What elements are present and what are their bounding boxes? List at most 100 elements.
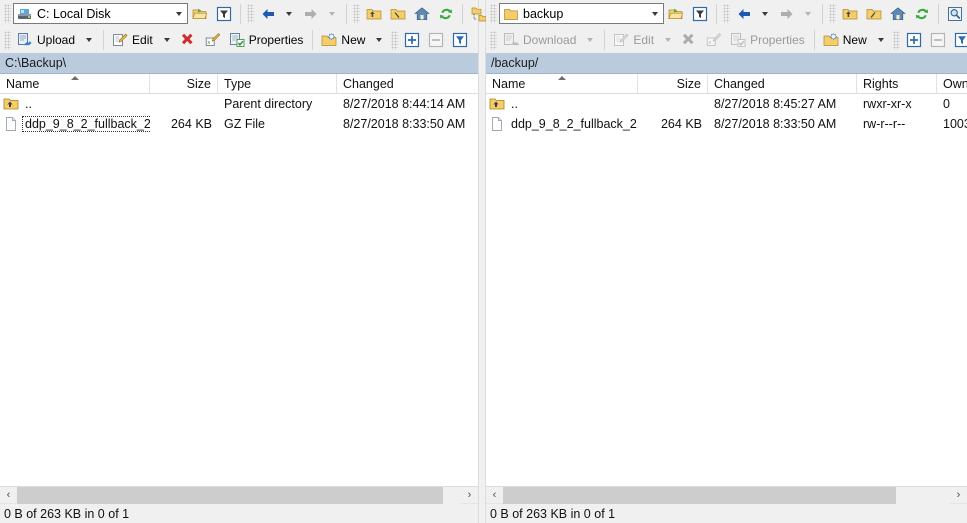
local-column-header: Name Size Type Changed: [0, 73, 478, 94]
column-header-changed[interactable]: Changed: [708, 73, 857, 94]
toolbar-grip[interactable]: [829, 4, 836, 23]
select-button[interactable]: [902, 28, 926, 53]
remote-path-bar[interactable]: /backup/: [486, 53, 967, 74]
file-name-cell[interactable]: ddp_9_8_2_fullback_2...: [486, 114, 638, 134]
select-button[interactable]: [400, 28, 424, 53]
column-header-rights[interactable]: Rights: [857, 73, 937, 94]
remote-file-list[interactable]: .. 8/27/2018 8:45:27 AM rwxr-xr-x 0 ddp_…: [486, 94, 967, 486]
column-header-type[interactable]: Type: [218, 73, 337, 94]
sort-ascending-icon: [70, 75, 79, 80]
local-hscrollbar[interactable]: ‹ ›: [0, 486, 478, 504]
column-header-size[interactable]: Size: [150, 73, 218, 94]
column-header-size[interactable]: Size: [638, 73, 708, 94]
column-header-name[interactable]: Name: [0, 73, 150, 94]
new-folder-icon: [823, 32, 839, 46]
new-dropdown[interactable]: [872, 28, 891, 53]
scroll-track[interactable]: [503, 486, 950, 504]
filter-files-button[interactable]: [688, 1, 712, 26]
column-header-type-label: Type: [224, 76, 252, 91]
edit-button[interactable]: Edit: [108, 28, 158, 53]
remote-hscrollbar[interactable]: ‹ ›: [486, 486, 967, 504]
open-directory-bookmark-button[interactable]: [664, 1, 688, 26]
remote-path-combo[interactable]: backup: [499, 3, 664, 24]
home-directory-button[interactable]: [886, 1, 910, 26]
table-row[interactable]: .. Parent directory 8/27/2018 8:44:14 AM: [0, 94, 478, 114]
folder-tree-icon: [471, 7, 487, 21]
local-path-bar[interactable]: C:\Backup\: [0, 53, 478, 74]
file-changed-cell: 8/27/2018 8:44:14 AM: [343, 97, 466, 111]
delete-button[interactable]: [177, 28, 201, 53]
local-file-list[interactable]: .. Parent directory 8/27/2018 8:44:14 AM…: [0, 94, 478, 486]
toolbar-grip[interactable]: [4, 30, 11, 50]
upload-button[interactable]: Upload: [13, 28, 80, 53]
column-header-rights-label: Rights: [863, 76, 899, 91]
back-button[interactable]: [732, 1, 756, 26]
refresh-button[interactable]: [910, 1, 934, 26]
toolbar-separator: [312, 30, 314, 50]
new-button[interactable]: New: [317, 28, 370, 53]
file-name-cell[interactable]: ..: [0, 94, 150, 114]
scroll-right-button[interactable]: ›: [950, 486, 967, 504]
delete-button: [678, 28, 702, 53]
local-path-combo[interactable]: C: Local Disk: [13, 3, 188, 24]
parent-directory-button[interactable]: [362, 1, 386, 26]
toolbar-grip[interactable]: [490, 30, 497, 50]
funnel-icon: [692, 6, 708, 21]
column-header-owner[interactable]: Owner: [937, 74, 967, 94]
filter-files-button[interactable]: [212, 1, 236, 26]
invert-selection-button[interactable]: [448, 28, 472, 53]
open-directory-bookmark-button[interactable]: [188, 1, 212, 26]
find-files-button[interactable]: Find Files: [943, 1, 967, 26]
scroll-left-button[interactable]: ‹: [486, 486, 503, 504]
refresh-button[interactable]: [434, 1, 458, 26]
toolbar-separator: [346, 3, 347, 24]
new-dropdown[interactable]: [370, 28, 389, 53]
parent-directory-button[interactable]: [838, 1, 862, 26]
file-changed-cell: 8/27/2018 8:45:27 AM: [714, 97, 837, 111]
scroll-thumb[interactable]: [503, 486, 897, 504]
local-path-combo-dropdown[interactable]: [172, 4, 187, 23]
toolbar-grip[interactable]: [391, 30, 399, 50]
back-dropdown[interactable]: [756, 1, 775, 26]
scroll-track[interactable]: [17, 486, 461, 504]
back-button[interactable]: [256, 1, 280, 26]
remote-path-combo-dropdown[interactable]: [648, 4, 663, 23]
home-directory-button[interactable]: [410, 1, 434, 26]
refresh-icon: [915, 8, 929, 19]
toolbar-grip[interactable]: [490, 4, 497, 23]
upload-dropdown[interactable]: [80, 28, 99, 53]
forward-arrow-icon: [781, 8, 793, 19]
toolbar-grip[interactable]: [723, 4, 730, 23]
column-header-size-label: Size: [676, 76, 701, 91]
file-name-cell[interactable]: ..: [486, 94, 638, 114]
edit-dropdown[interactable]: [158, 28, 177, 53]
toolbar-grip[interactable]: [4, 4, 11, 23]
invert-selection-button[interactable]: [950, 28, 967, 53]
edit-with-button[interactable]: x: [201, 28, 225, 53]
column-header-name[interactable]: Name: [486, 73, 638, 94]
scroll-left-button[interactable]: ‹: [0, 486, 17, 504]
download-dropdown: [581, 28, 600, 53]
root-directory-button[interactable]: [862, 1, 886, 26]
properties-button[interactable]: Properties: [225, 28, 309, 53]
scroll-right-button[interactable]: ›: [461, 486, 478, 504]
column-header-changed[interactable]: Changed: [337, 74, 478, 94]
remote-status-text: 0 B of 263 KB in 0 of 1: [490, 506, 616, 521]
back-dropdown[interactable]: [280, 1, 299, 26]
root-directory-button[interactable]: [386, 1, 410, 26]
toolbar-separator: [103, 30, 105, 50]
panel-splitter[interactable]: [478, 0, 486, 523]
file-size-cell: [150, 94, 218, 114]
refresh-icon: [439, 8, 453, 19]
table-row[interactable]: ddp_9_8_2_fullback_2... 264 KB GZ File 8…: [0, 114, 478, 134]
toolbar-grip[interactable]: [892, 30, 900, 50]
scroll-thumb[interactable]: [17, 486, 444, 504]
table-row[interactable]: .. 8/27/2018 8:45:27 AM rwxr-xr-x 0: [486, 94, 967, 114]
toolbar-grip[interactable]: [353, 4, 360, 23]
table-row[interactable]: ddp_9_8_2_fullback_2... 264 KB 8/27/2018…: [486, 114, 967, 134]
download-button: Download: [499, 28, 581, 53]
new-button[interactable]: New: [819, 28, 872, 53]
file-name-cell[interactable]: ddp_9_8_2_fullback_2...: [0, 114, 150, 134]
forward-button: [299, 1, 323, 26]
toolbar-grip[interactable]: [247, 4, 254, 23]
